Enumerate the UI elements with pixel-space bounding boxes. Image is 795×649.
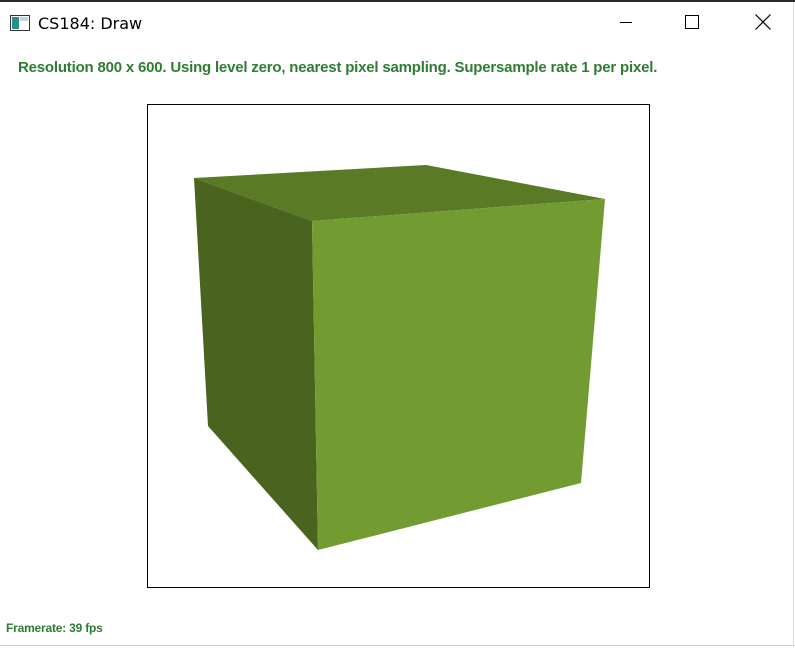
minimize-button[interactable]	[603, 2, 649, 46]
title-bar[interactable]: CS184: Draw	[0, 2, 795, 46]
window-bottom-edge	[0, 645, 795, 646]
close-icon	[755, 13, 771, 35]
cube-front-face	[312, 199, 605, 550]
window-title: CS184: Draw	[38, 14, 143, 33]
render-viewport[interactable]	[147, 104, 650, 588]
cube-render	[194, 165, 605, 550]
window-right-edge	[793, 2, 794, 646]
close-button[interactable]	[740, 2, 786, 46]
minimize-icon	[620, 15, 632, 33]
app-window-icon	[10, 15, 30, 31]
app-window: CS184: Draw Resolution 800 x 600. Using …	[0, 0, 795, 649]
maximize-icon	[685, 14, 699, 34]
maximize-button[interactable]	[669, 2, 715, 46]
cube-left-face	[194, 178, 318, 550]
status-text: Resolution 800 x 600. Using level zero, …	[18, 59, 658, 76]
framerate-text: Framerate: 39 fps	[6, 621, 103, 635]
